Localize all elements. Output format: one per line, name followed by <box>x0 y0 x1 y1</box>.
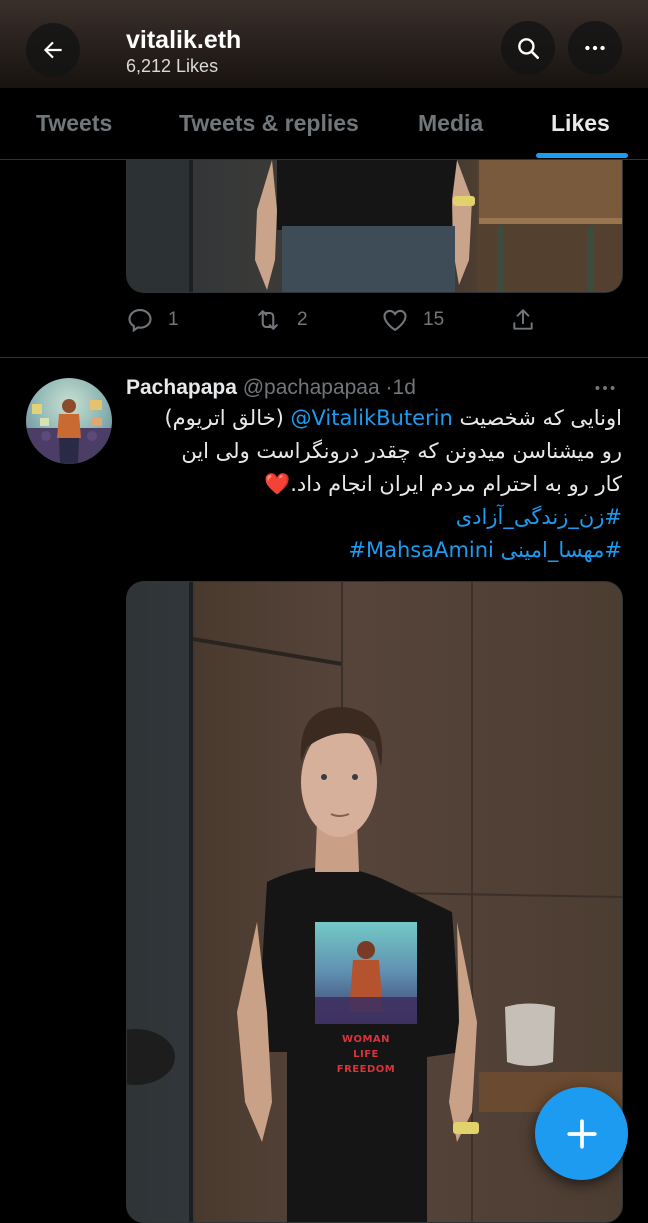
more-icon <box>595 386 615 390</box>
tab-tweets[interactable]: Tweets <box>36 110 112 137</box>
tweet-author: Pachapapa @pachapapaa ·1d <box>126 376 416 400</box>
reply-icon <box>128 309 152 333</box>
hashtag-link[interactable]: #زن_زندگی_آزادی <box>456 505 622 529</box>
likes-count: 6,212 Likes <box>126 56 219 76</box>
tweet-line-5: #مهسا_امینی #MahsaAmini <box>126 534 622 567</box>
tweet-line-4: #زن_زندگی_آزادی <box>126 501 622 534</box>
share-button[interactable] <box>510 306 536 334</box>
heart-icon <box>383 309 407 332</box>
profile-tabs: Tweets Tweets & replies Media Likes <box>0 88 648 160</box>
profile-title: vitalik.eth <box>126 26 242 54</box>
tweet-media-image[interactable] <box>126 160 623 293</box>
share-icon <box>513 309 533 330</box>
tweet-text-part: اونایی که شخصیت <box>459 406 623 430</box>
tweet-divider <box>0 357 648 358</box>
compose-tweet-button[interactable] <box>535 1087 628 1180</box>
arrow-left-icon <box>43 41 62 59</box>
tab-tweets-replies[interactable]: Tweets & replies <box>179 110 359 137</box>
profile-header: vitalik.eth 6,212 Likes <box>0 0 648 88</box>
shirt-text-woman: WOMAN <box>342 1034 390 1045</box>
heart-emoji: ❤️ <box>264 472 291 496</box>
tweet-more-button[interactable] <box>592 378 618 403</box>
like-button[interactable]: 15 <box>381 306 444 334</box>
avatar-illustration <box>26 399 112 464</box>
reply-count: 1 <box>168 309 179 330</box>
shirt-text-freedom: FREEDOM <box>337 1064 395 1075</box>
separator-dot: · <box>385 376 393 399</box>
avatar[interactable] <box>26 378 112 464</box>
retweet-count: 2 <box>297 309 308 330</box>
tab-likes[interactable]: Likes <box>551 110 610 137</box>
more-icon <box>585 45 605 51</box>
tweet-text-part: (خالق اتریوم) <box>164 406 284 430</box>
more-button[interactable] <box>568 21 622 75</box>
photo-person-partial <box>127 160 622 292</box>
author-handle[interactable]: @pachapapaa <box>243 376 380 399</box>
plus-icon <box>566 1118 597 1149</box>
shirt-text-life: LIFE <box>353 1049 379 1060</box>
tweet-line-1: اونایی که شخصیت @VitalikButerin (خالق ات… <box>126 402 622 435</box>
search-icon <box>518 38 540 60</box>
hashtag-link[interactable]: #مهسا_امینی <box>501 538 622 562</box>
back-button[interactable] <box>26 23 80 77</box>
reply-button[interactable]: 1 <box>126 306 179 334</box>
tweet-actions: 1 2 15 <box>0 306 648 338</box>
like-count: 15 <box>423 309 445 330</box>
tab-media[interactable]: Media <box>418 110 483 137</box>
retweet-icon <box>258 310 278 330</box>
active-tab-indicator <box>536 153 628 158</box>
tweet-line-2: رو میشناسن میدونن که چقدر درونگراست ولی … <box>181 439 622 463</box>
mention-link[interactable]: @VitalikButerin <box>290 406 452 430</box>
search-button[interactable] <box>501 21 555 75</box>
tweet-time: 1d <box>392 376 416 399</box>
author-name[interactable]: Pachapapa <box>126 376 237 399</box>
tweet-text-part: کار رو به احترام مردم ایران انجام داد. <box>290 472 622 496</box>
hashtag-link[interactable]: #MahsaAmini <box>348 538 494 562</box>
tweet-line-3: کار رو به احترام مردم ایران انجام داد.❤️ <box>126 468 622 501</box>
retweet-button[interactable]: 2 <box>253 306 308 334</box>
tweet-text: اونایی که شخصیت @VitalikButerin (خالق ات… <box>126 402 622 567</box>
